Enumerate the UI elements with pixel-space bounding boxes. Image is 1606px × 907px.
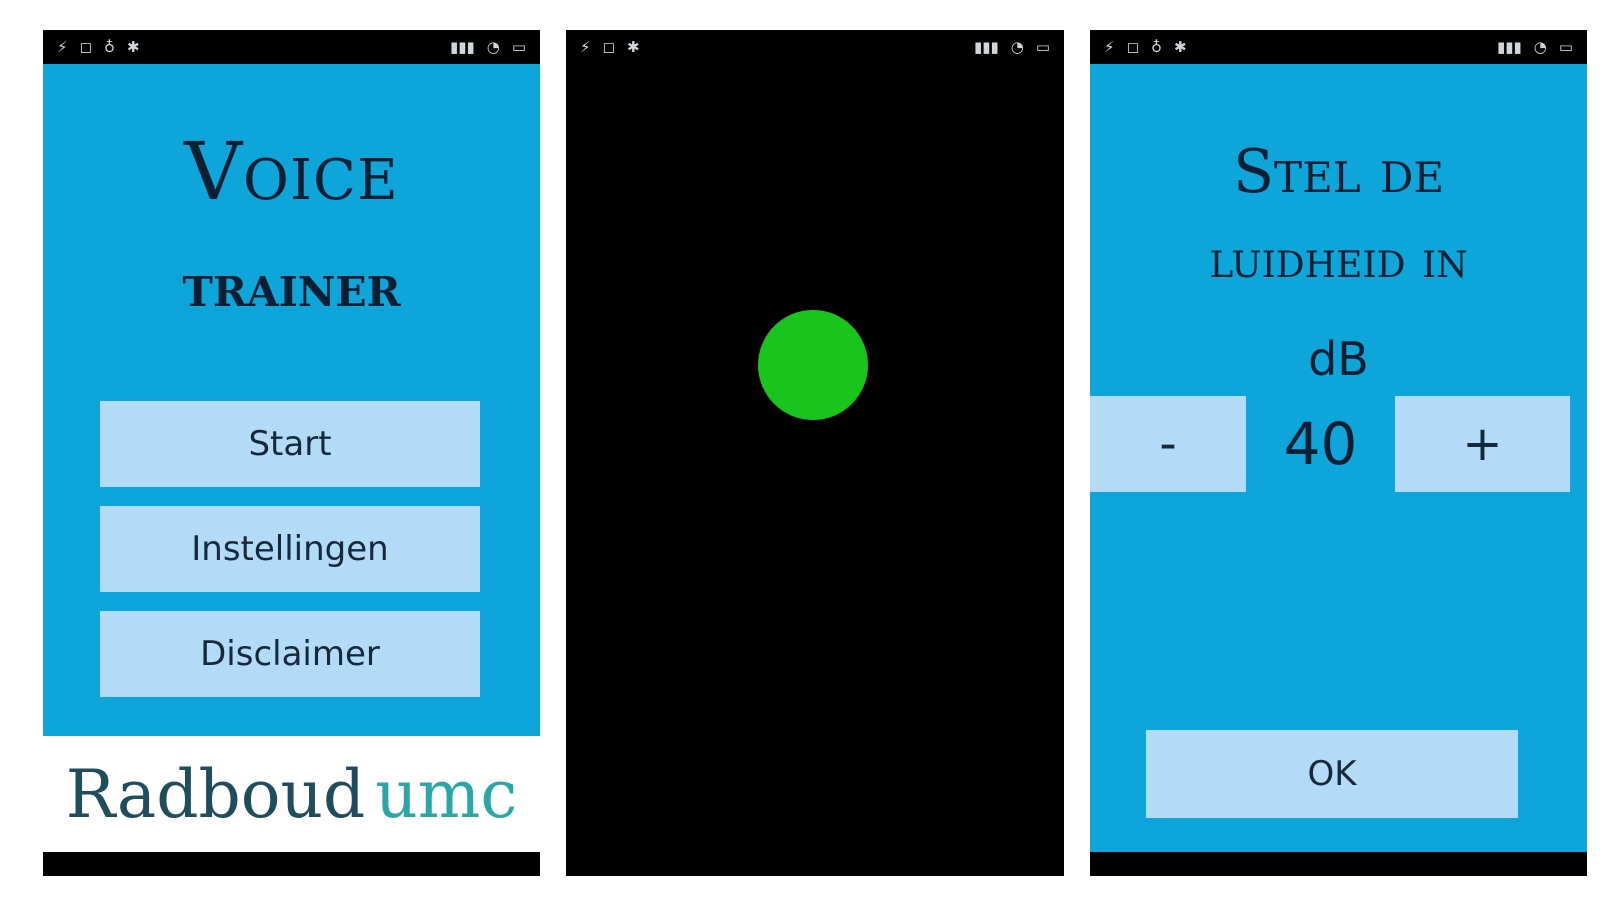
battery-icon: ▭ [511,38,526,56]
signal-icon: ▮▮▮ [973,38,999,56]
logo-text-umc: umc [375,755,518,833]
radboudumc-logo: Radboud umc [43,736,540,852]
app-subtitle: trainer [182,252,401,320]
navigation-bar [566,852,1064,876]
usb-icon: ⚡ [1104,38,1115,56]
status-bar: ⚡ ◻ ♁ ✱ ▮▮▮ ◔ ▭ [1090,30,1587,64]
phone-screen-main-menu: ⚡ ◻ ♁ ✱ ▮▮▮ ◔ ▭ Voice trainer Start Inst… [43,30,540,876]
signal-icon: ▮▮▮ [1496,38,1522,56]
loudness-title-line1: Stel de [1232,137,1445,207]
settings-button[interactable]: Instellingen [100,506,480,592]
start-button[interactable]: Start [100,401,480,487]
notification-icon: ♁ [1151,38,1162,56]
disclaimer-button[interactable]: Disclaimer [100,611,480,697]
signal-icon: ▮▮▮ [449,38,475,56]
ok-button[interactable]: OK [1146,730,1518,818]
wifi-icon: ◔ [1533,38,1547,56]
voice-level-indicator [758,310,868,420]
status-bar: ⚡ ◻ ✱ ▮▮▮ ◔ ▭ [566,30,1064,64]
wifi-icon: ◔ [1010,38,1024,56]
loudness-value: 40 [1283,410,1358,478]
notification-icon: ✱ [127,38,140,56]
navigation-bar [1090,852,1587,876]
usb-icon: ⚡ [57,38,68,56]
notification-icon: ◻ [1126,38,1139,56]
usb-icon: ⚡ [580,38,591,56]
notification-icon: ✱ [1174,38,1187,56]
phone-screen-exercise: ⚡ ◻ ✱ ▮▮▮ ◔ ▭ [566,30,1064,876]
notification-icon: ♁ [104,38,115,56]
status-bar: ⚡ ◻ ♁ ✱ ▮▮▮ ◔ ▭ [43,30,540,64]
wifi-icon: ◔ [486,38,500,56]
notification-icon: ✱ [627,38,640,56]
notification-icon: ◻ [602,38,615,56]
loudness-title-line2: luidheid in [1209,230,1468,290]
unit-label: dB [1308,332,1369,386]
battery-icon: ▭ [1035,38,1050,56]
notification-icon: ◻ [79,38,92,56]
navigation-bar [43,852,540,876]
logo-text-radboud: Radboud [65,755,366,833]
app-title: Voice [184,125,399,218]
phone-screen-loudness: ⚡ ◻ ♁ ✱ ▮▮▮ ◔ ▭ Stel de luidheid in dB -… [1090,30,1587,876]
increase-button[interactable]: + [1395,396,1570,492]
loudness-title: Stel de luidheid in [1090,128,1587,304]
decrease-button[interactable]: - [1090,396,1246,492]
battery-icon: ▭ [1558,38,1573,56]
